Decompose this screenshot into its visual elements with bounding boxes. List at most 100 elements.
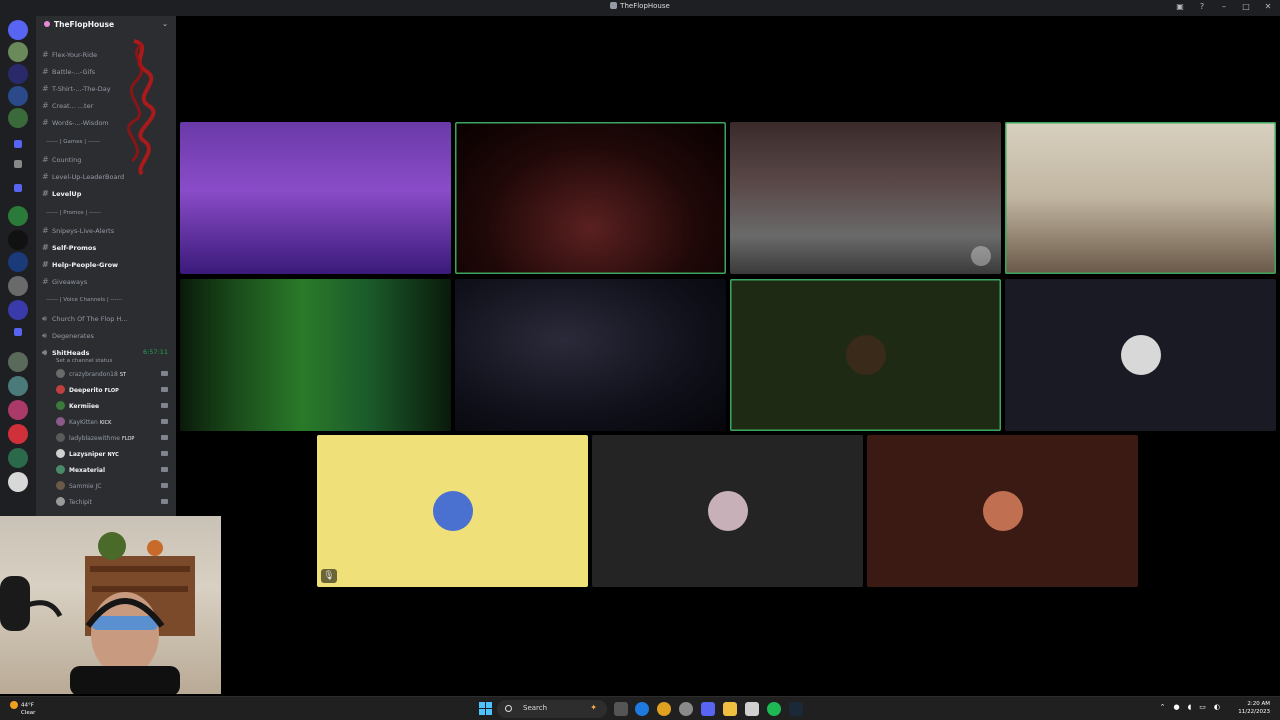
server-icon[interactable] — [8, 230, 28, 250]
text-channel[interactable]: # LevelUp — [42, 189, 172, 201]
taskbar-clock[interactable]: 2:20 AM 11/22/2023 — [1238, 700, 1270, 716]
video-tile-1[interactable] — [180, 122, 451, 274]
text-channel[interactable]: # Help-People-Grow — [42, 260, 172, 272]
server-icon[interactable] — [8, 352, 28, 372]
camera-icon — [161, 467, 168, 472]
server-icon[interactable] — [8, 400, 28, 420]
maximize-button[interactable]: □ — [1240, 2, 1252, 11]
avatar-tile-10[interactable] — [592, 435, 863, 587]
hash-icon: # — [42, 84, 49, 93]
server-icon[interactable] — [8, 424, 28, 444]
windows-start-icon[interactable] — [479, 702, 492, 715]
camera-icon — [161, 483, 168, 488]
server-icon[interactable] — [8, 276, 28, 296]
avatar-tile-8[interactable] — [1005, 279, 1276, 431]
voice-channel[interactable]: 🔊︎ Church Of The Flop H... — [42, 314, 172, 326]
hash-icon: # — [42, 277, 49, 286]
camera-icon — [161, 419, 168, 424]
voice-user[interactable]: Sammie JC — [56, 481, 168, 493]
server-icon[interactable] — [8, 448, 28, 468]
voice-user[interactable]: ladyblazewithme FLOP — [56, 433, 168, 445]
speaker-icon: 🔊︎ — [42, 331, 48, 340]
voice-user[interactable]: Deeperito FLOP — [56, 385, 168, 397]
discord-taskbar-icon[interactable] — [701, 702, 715, 716]
channel-category[interactable]: ------ | Games | ------ — [46, 139, 100, 145]
volume-icon[interactable]: ◐ — [1214, 703, 1220, 711]
voice-user[interactable]: crazybrandon18 ST — [56, 369, 168, 381]
home-icon[interactable] — [8, 20, 28, 40]
avatar — [56, 417, 65, 426]
camera-icon — [161, 435, 168, 440]
taskbar-search[interactable]: Search ✦ — [497, 700, 607, 718]
minimize-button[interactable]: – — [1218, 2, 1230, 11]
file-explorer-icon[interactable] — [723, 702, 737, 716]
close-button[interactable]: ✕ — [1262, 2, 1274, 11]
app-icon[interactable] — [679, 702, 693, 716]
video-tile-6[interactable] — [455, 279, 726, 431]
avatar — [56, 433, 65, 442]
steam-icon[interactable] — [789, 702, 803, 716]
voice-user[interactable]: Kermiiee — [56, 401, 168, 413]
hash-icon: # — [42, 189, 49, 198]
video-tile-5[interactable] — [180, 279, 451, 431]
channel-sidebar: TheFlopHouse ⌄ # Flex-Your-Ride # Battle-..… — [36, 16, 176, 516]
audio-icon[interactable]: ◖ — [1188, 703, 1192, 711]
search-icon — [505, 705, 512, 712]
video-tile-4[interactable] — [1005, 122, 1276, 274]
folder-icon[interactable] — [14, 160, 22, 168]
chevron-down-icon[interactable]: ⌄ — [162, 20, 168, 28]
hash-icon: # — [42, 67, 49, 76]
window-title: TheFlopHouse — [0, 2, 1280, 10]
muted-mic-icon: 🎙︎ — [321, 569, 337, 583]
chrome-icon[interactable] — [657, 702, 671, 716]
hash-icon: # — [42, 172, 49, 181]
task-view-icon[interactable] — [614, 702, 628, 716]
help-icon[interactable]: ? — [1196, 2, 1208, 11]
discord-icon — [610, 2, 618, 9]
video-tile-3[interactable] — [730, 122, 1001, 274]
edge-icon[interactable] — [635, 702, 649, 716]
server-icon[interactable] — [8, 86, 28, 106]
voice-user[interactable]: Techipit — [56, 497, 168, 509]
channel-category[interactable]: ------ | Promos | ------ — [46, 210, 101, 216]
text-channel[interactable]: # Giveaways — [42, 277, 172, 289]
avatar-tile-9[interactable]: 🎙︎ — [317, 435, 588, 587]
chevron-up-icon[interactable]: ⌃ — [1160, 703, 1166, 711]
hash-icon: # — [42, 243, 49, 252]
text-channel[interactable]: # Self-Promos — [42, 243, 172, 255]
folder-icon[interactable] — [14, 184, 22, 192]
weather-widget[interactable]: 44°F Clear — [10, 701, 35, 717]
avatar-tile-11[interactable] — [867, 435, 1138, 587]
server-icon[interactable] — [8, 376, 28, 396]
video-tile-2[interactable] — [455, 122, 726, 274]
user-tag: ST — [119, 372, 127, 378]
store-icon[interactable] — [745, 702, 759, 716]
voice-user[interactable]: Lazysniper NYC — [56, 449, 168, 461]
server-icon[interactable] — [8, 300, 28, 320]
server-header[interactable]: TheFlopHouse ⌄ — [36, 20, 176, 36]
server-badge-icon — [44, 21, 50, 27]
server-icon[interactable] — [8, 108, 28, 128]
text-channel[interactable]: # Snipeys-Live-Alerts — [42, 226, 172, 238]
channel-status[interactable]: Set a channel status — [56, 358, 112, 364]
server-icon[interactable] — [8, 42, 28, 62]
user-tag: FLOP — [121, 436, 135, 442]
inbox-icon[interactable]: ▣ — [1174, 2, 1186, 11]
avatar-tile-7[interactable] — [730, 279, 1001, 431]
server-icon[interactable] — [8, 252, 28, 272]
channel-category[interactable]: ------ | Voice Channels | ------ — [46, 297, 122, 303]
server-icon[interactable] — [8, 472, 28, 492]
folder-icon[interactable] — [14, 328, 22, 336]
mic-icon[interactable]: ● — [1173, 703, 1179, 711]
system-tray: ⌃ ● ◖ ▭ ◐ — [1160, 703, 1220, 711]
server-icon[interactable] — [8, 64, 28, 84]
voice-channel[interactable]: 🔊︎ Degenerates — [42, 331, 172, 343]
spotify-icon[interactable] — [767, 702, 781, 716]
network-icon[interactable]: ▭ — [1199, 703, 1206, 711]
server-icon[interactable] — [8, 206, 28, 226]
voice-user[interactable]: KayKitten KICK — [56, 417, 168, 429]
folder-icon[interactable] — [14, 140, 22, 148]
webcam-scene — [0, 532, 195, 694]
streaming-icon — [971, 246, 991, 266]
voice-user[interactable]: Mexaterial — [56, 465, 168, 477]
